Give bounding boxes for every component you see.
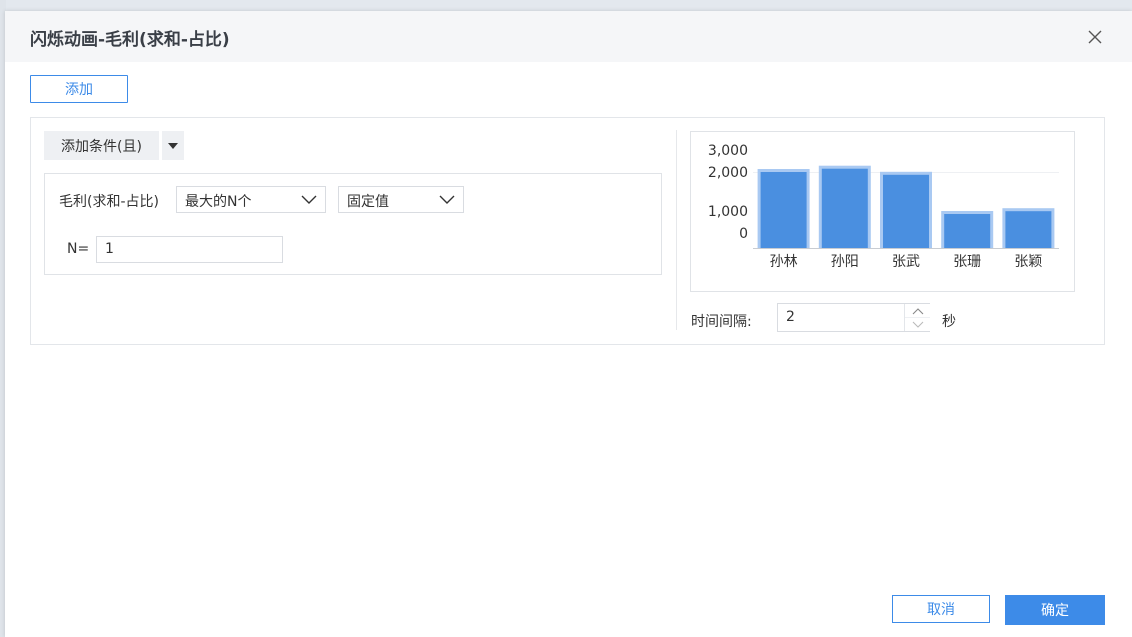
interval-stepper[interactable] <box>904 304 930 331</box>
n-label: N= <box>67 241 90 257</box>
ok-button[interactable]: 确定 <box>1005 595 1105 625</box>
dialog-title: 闪烁动画-毛利(求和-占比) <box>30 30 230 50</box>
flash-animation-dialog: 闪烁动画-毛利(求和-占比) 添加 添加条件(且) 毛利(求和-占比) 最大的N… <box>5 11 1132 637</box>
x-tick-label: 张武 <box>892 254 920 270</box>
interval-unit: 秒 <box>942 314 956 330</box>
caret-down-icon <box>168 142 178 149</box>
bar-孙林 <box>760 172 807 248</box>
bar-张珊 <box>944 214 991 248</box>
stepper-up-button[interactable] <box>905 304 930 318</box>
rank-select-value: 最大的N个 <box>185 194 252 210</box>
interval-label: 时间间隔: <box>691 314 752 330</box>
add-condition-dropdown[interactable] <box>162 131 184 160</box>
x-tick-label: 孙林 <box>770 254 798 270</box>
bar-张武 <box>883 174 929 248</box>
x-tick-label: 张颖 <box>1014 254 1042 270</box>
close-button[interactable] <box>1085 27 1105 47</box>
stepper-down-button[interactable] <box>905 318 930 331</box>
n-input[interactable]: 1 <box>96 236 283 263</box>
x-tick-label: 孙阳 <box>831 254 859 270</box>
x-tick-label: 张珊 <box>953 254 981 270</box>
field-label: 毛利(求和-占比) <box>59 194 159 210</box>
y-tick-label: 1,000 <box>708 204 748 220</box>
rank-select[interactable]: 最大的N个 <box>176 186 326 213</box>
condition-row-box: 毛利(求和-占比) 最大的N个 固定值 N= 1 <box>44 173 662 275</box>
bar-chart: 3,000 2,000 1,000 0 孙林 孙阳 张武 张珊 张颖 <box>708 143 1059 270</box>
close-icon <box>1088 30 1102 44</box>
add-condition-button[interactable]: 添加条件(且) <box>44 131 159 160</box>
y-tick-label: 3,000 <box>708 143 748 159</box>
value-type-select[interactable]: 固定值 <box>338 186 464 213</box>
chart-preview: 3,000 2,000 1,000 0 孙林 孙阳 张武 张珊 张颖 <box>690 131 1075 292</box>
cancel-button[interactable]: 取消 <box>892 595 990 623</box>
panel-divider <box>676 130 677 330</box>
chevron-down-icon <box>912 321 923 328</box>
condition-panel: 添加条件(且) 毛利(求和-占比) 最大的N个 固定值 N= 1 3,000 2… <box>30 117 1105 345</box>
add-button[interactable]: 添加 <box>30 75 128 103</box>
dialog-header: 闪烁动画-毛利(求和-占比) <box>5 11 1132 62</box>
bar-张颖 <box>1005 211 1052 248</box>
chevron-down-icon <box>439 195 455 204</box>
chevron-down-icon <box>301 195 317 204</box>
y-tick-label: 0 <box>739 226 748 242</box>
y-tick-label: 2,000 <box>708 165 748 181</box>
chevron-up-icon <box>912 307 923 314</box>
bar-孙阳 <box>821 168 868 248</box>
value-type-select-value: 固定值 <box>347 194 389 210</box>
